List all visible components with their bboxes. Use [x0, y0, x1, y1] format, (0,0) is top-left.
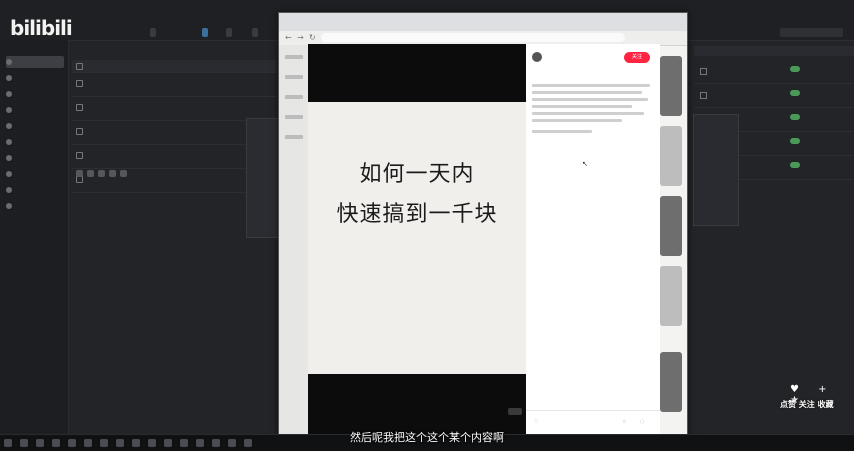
browser-tab-strip: [279, 13, 687, 31]
sidebar-item-10[interactable]: [6, 200, 64, 212]
feed-thumbnail[interactable]: [660, 352, 682, 412]
table-row[interactable]: [694, 84, 854, 108]
mouse-cursor-icon: ↖: [582, 160, 588, 168]
feed-thumbnails: [660, 56, 686, 416]
sidebar-item-1[interactable]: [6, 56, 64, 68]
row-checkbox[interactable]: [76, 176, 83, 183]
row-checkbox[interactable]: [700, 68, 707, 75]
collect-icon[interactable]: ☆: [622, 419, 626, 425]
toolbar-button-4[interactable]: [252, 28, 258, 37]
nav-item[interactable]: [285, 115, 303, 119]
back-icon[interactable]: ←: [285, 33, 292, 42]
address-bar[interactable]: [321, 33, 625, 42]
right-table-header: [694, 46, 854, 56]
toolbar-button-3[interactable]: [226, 28, 232, 37]
page-button[interactable]: [98, 170, 105, 177]
sidebar-icon: [6, 107, 12, 113]
note-image: 如何一天内 快速搞到一千块: [308, 44, 526, 434]
toolbar-button-2[interactable]: [202, 28, 208, 37]
bilibili-watermark: bilibili: [10, 16, 73, 40]
image-bottom-band: [308, 374, 526, 434]
browser-tab[interactable]: [399, 17, 405, 28]
row-checkbox[interactable]: [76, 128, 83, 135]
post-text-line: [532, 119, 622, 122]
nav-item[interactable]: [285, 95, 303, 99]
forward-icon[interactable]: →: [297, 33, 304, 42]
sidebar-item-9[interactable]: [6, 184, 64, 196]
sidebar-item-5[interactable]: [6, 120, 64, 132]
table-row[interactable]: [72, 73, 276, 97]
sidebar-item-3[interactable]: [6, 88, 64, 100]
page-left-nav: [279, 45, 309, 435]
table-row[interactable]: [694, 60, 854, 84]
image-title-line-2: 快速搞到一千块: [336, 202, 498, 227]
sidebar-icon: [6, 187, 12, 193]
sidebar-icon: [6, 171, 12, 177]
browser-tab[interactable]: [339, 17, 345, 28]
page-button[interactable]: [76, 170, 83, 177]
nav-item[interactable]: [285, 55, 303, 59]
post-detail-panel: 关注 ♡ ☆ ◌: [526, 44, 660, 434]
post-text-line: [532, 105, 632, 108]
post-text-line: [532, 84, 650, 87]
post-text-line: [532, 112, 644, 115]
page-button[interactable]: [120, 170, 127, 177]
sidebar-icon: [6, 59, 12, 65]
nav-item[interactable]: [285, 75, 303, 79]
sidebar: [0, 40, 69, 434]
feed-thumbnail[interactable]: [660, 266, 682, 326]
social-labels: 点赞 关注 收藏: [780, 400, 834, 409]
reload-icon[interactable]: ↻: [309, 33, 316, 42]
sidebar-item-6[interactable]: [6, 136, 64, 148]
page-button[interactable]: [87, 170, 94, 177]
nav-item[interactable]: [285, 135, 303, 139]
like-icon[interactable]: ♡: [534, 419, 538, 425]
avatar[interactable]: [532, 52, 542, 62]
page-button[interactable]: [109, 170, 116, 177]
sidebar-icon: [6, 123, 12, 129]
status-toggle[interactable]: [790, 114, 800, 120]
feed-thumbnail[interactable]: [660, 126, 682, 186]
image-counter-badge: [508, 408, 522, 415]
post-date: [532, 130, 592, 133]
row-checkbox[interactable]: [76, 104, 83, 111]
post-text-line: [532, 98, 648, 101]
side-panel: [693, 114, 739, 226]
follow-button[interactable]: 关注: [624, 52, 650, 63]
feed-thumbnail[interactable]: [660, 56, 682, 116]
sidebar-icon: [6, 75, 12, 81]
sidebar-item-2[interactable]: [6, 72, 64, 84]
browser-tab[interactable]: [285, 17, 291, 28]
image-title-line-1: 如何一天内: [359, 162, 475, 187]
status-toggle[interactable]: [790, 138, 800, 144]
table-header: [72, 60, 276, 73]
row-checkbox[interactable]: [76, 152, 83, 159]
social-overlay: ♥ + ★ 点赞 关注 收藏: [780, 384, 850, 414]
video-subtitle: 然后呢我把这个这个某个内容啊: [350, 431, 504, 444]
sidebar-item-7[interactable]: [6, 152, 64, 164]
row-checkbox[interactable]: [76, 80, 83, 87]
search-input[interactable]: [780, 28, 843, 37]
feed-thumbnail[interactable]: [660, 196, 682, 256]
sidebar-icon: [6, 139, 12, 145]
post-text-line: [532, 91, 642, 94]
pagination: [76, 170, 127, 177]
sidebar-item-4[interactable]: [6, 104, 64, 116]
image-top-band: [308, 44, 526, 102]
sidebar-icon: [6, 203, 12, 209]
table-toolbar: [72, 46, 282, 56]
sidebar-icon: [6, 155, 12, 161]
row-checkbox[interactable]: [700, 92, 707, 99]
sidebar-item-8[interactable]: [6, 168, 64, 180]
select-all-checkbox[interactable]: [76, 63, 83, 70]
toolbar-button-1[interactable]: [150, 28, 156, 37]
comment-icon[interactable]: ◌: [640, 419, 644, 425]
status-toggle[interactable]: [790, 162, 800, 168]
status-toggle[interactable]: [790, 66, 800, 72]
status-toggle[interactable]: [790, 90, 800, 96]
sidebar-icon: [6, 91, 12, 97]
